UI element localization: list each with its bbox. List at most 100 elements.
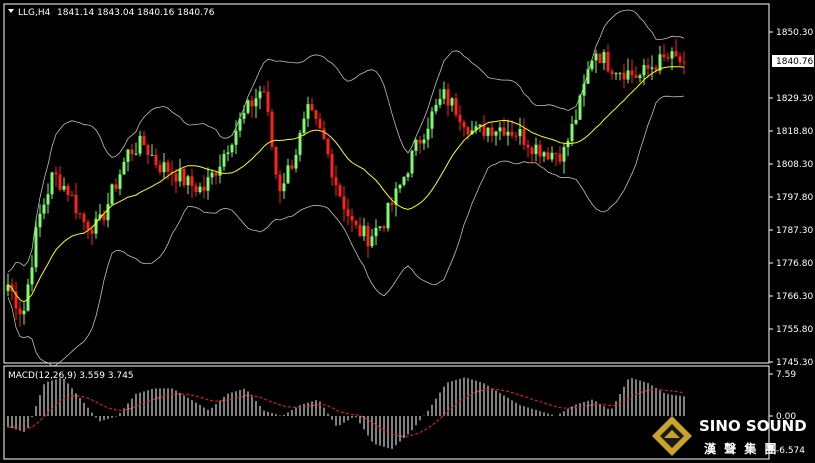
candle-body (142, 135, 146, 146)
candle-body (598, 53, 602, 64)
candle-body (82, 213, 86, 223)
candle-body (526, 144, 530, 148)
candle-body (622, 72, 626, 80)
candle-body (594, 53, 598, 61)
candle-body (602, 52, 606, 64)
candle-body (358, 224, 362, 237)
candle-body (646, 65, 650, 69)
candle-body (250, 100, 254, 107)
price-tick-label: 1766.30 (776, 292, 813, 302)
candle-body (130, 149, 134, 155)
candle-body (282, 183, 286, 192)
candle-body (434, 104, 438, 112)
candle-body (454, 98, 458, 115)
candle-body (18, 308, 22, 315)
candle-body (78, 213, 82, 215)
candle-body (158, 164, 162, 173)
candle-body (518, 129, 522, 137)
price-tick: 1818.80 (769, 127, 813, 137)
candle-body (326, 138, 330, 154)
candle-body (190, 176, 194, 186)
candle-body (126, 149, 130, 162)
candle-body (106, 204, 110, 221)
price-tick: 1829.30 (769, 94, 813, 104)
candle-body (214, 172, 218, 176)
candle-body (630, 70, 634, 76)
candle-body (670, 51, 674, 59)
candle-body (666, 57, 670, 59)
candle-body (342, 196, 346, 210)
candle-body (486, 127, 490, 136)
candle-body (314, 110, 318, 119)
candle-body (238, 118, 242, 131)
candle-body (558, 153, 562, 162)
candle-body (354, 220, 358, 225)
candle-body (262, 91, 266, 93)
brand-chinese: 漢 聲 集 團 (704, 441, 779, 456)
candle-body (638, 75, 642, 79)
candle-body (30, 267, 34, 285)
candle-body (442, 89, 446, 99)
candle-body (318, 118, 322, 129)
candle-body (614, 73, 618, 75)
chart-header: LLG,H4 1841.14 1843.04 1840.16 1840.76 (8, 8, 215, 18)
candle-body (174, 173, 178, 182)
price-tick-label: 1829.30 (776, 94, 813, 104)
candle-body (234, 130, 238, 145)
candle-body (430, 111, 434, 129)
candle-body (386, 202, 390, 229)
candle-body (414, 139, 418, 151)
candle-body (426, 128, 430, 140)
candle-body (274, 146, 278, 175)
candle-body (350, 215, 354, 221)
candle-body (278, 174, 282, 192)
price-tick-label: 1776.80 (776, 259, 813, 269)
candle-body (210, 172, 214, 178)
candle-body (58, 174, 62, 190)
candle-body (206, 177, 210, 191)
candle-body (322, 128, 326, 139)
candle-body (178, 168, 182, 182)
candle-body (402, 177, 406, 185)
candle-body (50, 172, 54, 195)
price-tick-label: 1787.30 (776, 226, 813, 236)
price-tick: 1755.80 (769, 325, 813, 335)
candle-body (66, 185, 70, 195)
candle-body (590, 60, 594, 70)
candle-body (150, 154, 154, 156)
candle-body (290, 165, 294, 169)
candle-body (506, 131, 510, 136)
candle-body (494, 131, 498, 136)
candle-body (154, 154, 158, 165)
candle-body (450, 98, 454, 106)
candle-body (502, 127, 506, 136)
trading-chart: 1850.30 1840.76 1829.30 1818.80 1808.30 … (0, 0, 815, 463)
candle-body (162, 162, 166, 173)
candle-body (550, 152, 554, 160)
candle-body (662, 54, 666, 58)
price-tick-label: 1818.80 (776, 127, 813, 137)
candle-body (382, 226, 386, 229)
candle-body (406, 173, 410, 178)
candle-body (466, 127, 470, 135)
candle-body (182, 168, 186, 186)
candle-body (462, 122, 466, 128)
candle-body (186, 176, 190, 186)
brand-name: SINO SOUND (699, 417, 807, 435)
price-tick-label: 1850.30 (776, 28, 813, 38)
candle-body (410, 150, 414, 174)
current-price-label: 1840.76 (776, 57, 813, 67)
candle-body (194, 185, 198, 193)
macd-label: MACD(12,26,9) 3.559 3.745 (8, 371, 134, 381)
candle-body (378, 226, 382, 228)
candle-body (510, 131, 514, 136)
candle-body (446, 89, 450, 106)
candle-body (330, 153, 334, 178)
macd-tick-label: -6.574 (776, 446, 805, 456)
candle-body (166, 162, 170, 172)
ohlc-values: 1841.14 1843.04 1840.16 1840.76 (57, 8, 215, 18)
current-price-marker: 1840.76 (772, 55, 814, 67)
candle-body (134, 153, 138, 155)
candle-body (286, 165, 290, 184)
candle-body (70, 194, 74, 196)
